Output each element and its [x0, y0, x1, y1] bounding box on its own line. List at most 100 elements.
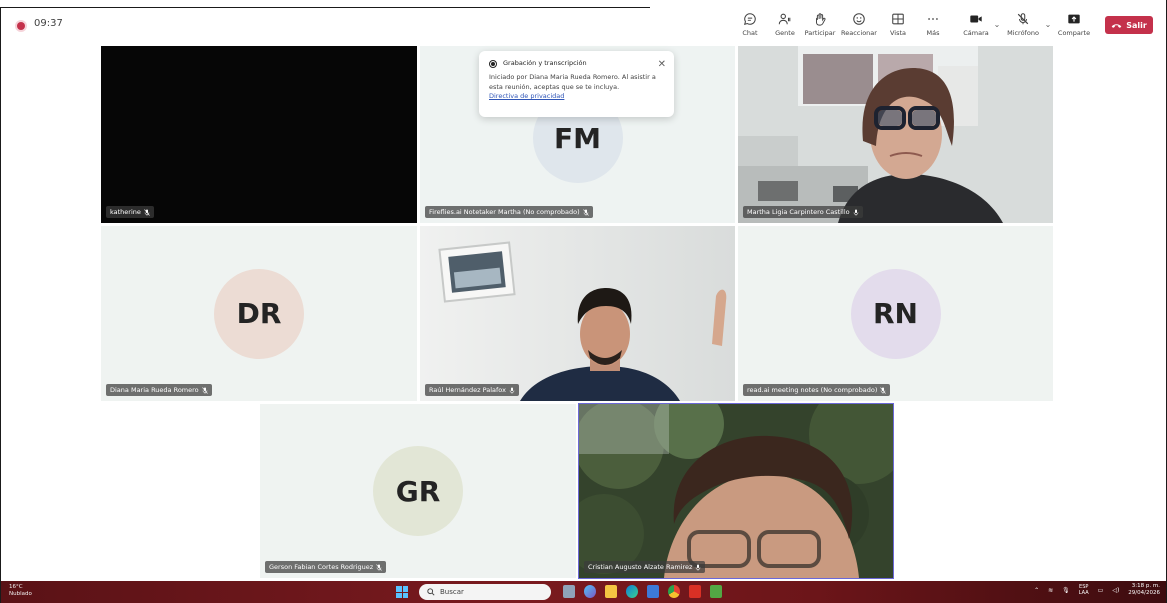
taskbar-apps: [563, 585, 722, 598]
camera-label: Cámara: [963, 29, 989, 37]
mic-muted-icon: [582, 208, 589, 216]
weather-temperature: 16°C: [9, 584, 23, 590]
language-indicator[interactable]: ESP LAA: [1079, 584, 1089, 596]
avatar-initials: DR: [236, 297, 282, 330]
participant-name-tag: Fireflies.ai Notetaker Martha (No compro…: [425, 206, 593, 218]
acrobat-icon[interactable]: [689, 585, 701, 598]
raise-hand-button[interactable]: Participar: [803, 10, 837, 42]
chrome-browser-icon[interactable]: [668, 585, 680, 598]
participant-tile-martha[interactable]: Martha Ligia Carpintero Castillo: [738, 46, 1053, 223]
participant-name-tag: Cristian Augusto Alzate Ramirez: [584, 561, 706, 573]
participant-tile-read-ai[interactable]: RN read.ai meeting notes (No comprobado): [738, 226, 1053, 401]
participant-name-tag: Diana Maria Rueda Romero: [106, 384, 212, 396]
microsoft-store-icon[interactable]: [647, 585, 659, 598]
view-label: Vista: [889, 29, 907, 37]
mic-muted-icon: [144, 208, 150, 216]
participant-name: Fireflies.ai Notetaker Martha (No compro…: [429, 208, 580, 216]
recording-icon: [489, 59, 497, 68]
weather-widget[interactable]: 16°C Nublado: [9, 584, 32, 597]
more-label: Más: [926, 29, 940, 37]
windows-taskbar: 16°C Nublado Buscar ⌃ ≋ 🎙 ESP LAA ▭ ◁) 3…: [1, 581, 1166, 603]
recording-indicator-icon: [17, 22, 25, 30]
edge-browser-icon[interactable]: [626, 585, 638, 598]
meeting-timer: 09:37: [34, 18, 63, 29]
microphone-muted-icon: [1017, 13, 1029, 25]
raise-hand-icon: [816, 13, 826, 26]
smiley-icon: [853, 13, 865, 25]
grid-view-icon: [892, 13, 904, 25]
react-label: Reaccionar: [841, 29, 877, 37]
participant-tile-cristian[interactable]: Cristian Augusto Alzate Ramirez: [578, 403, 894, 579]
keyboard-layout: LAA: [1078, 590, 1089, 597]
task-view-icon[interactable]: [563, 585, 575, 598]
mic-on-icon: [509, 387, 515, 394]
search-placeholder: Buscar: [440, 588, 464, 596]
participant-name: Raúl Hernández Palafox: [429, 386, 506, 394]
avatar-gr: GR: [373, 446, 463, 536]
network-icon[interactable]: ≋: [1048, 587, 1053, 594]
mic-muted-icon: [880, 386, 887, 394]
microphone-button[interactable]: Micrófono: [1002, 10, 1044, 42]
taskbar-search[interactable]: Buscar: [419, 584, 551, 600]
chat-icon: [744, 13, 756, 25]
more-button[interactable]: Más: [916, 10, 950, 42]
close-icon[interactable]: ✕: [658, 57, 666, 72]
share-button[interactable]: Comparte: [1053, 10, 1095, 42]
recording-notice-title: Grabación y transcripción: [503, 59, 587, 67]
share-label: Comparte: [1057, 29, 1091, 37]
camera-button[interactable]: Cámara: [959, 10, 993, 42]
recording-notice-header: Grabación y transcripción: [489, 59, 664, 69]
participant-video-martha: [738, 46, 1053, 223]
chat-label: Chat: [742, 29, 758, 37]
volume-icon[interactable]: ◁): [1112, 587, 1119, 594]
participant-name-tag: Gerson Fabian Cortes Rodriguez: [265, 561, 387, 573]
participant-name: Diana Maria Rueda Romero: [110, 386, 199, 394]
teams-app-icon[interactable]: [710, 585, 722, 598]
tray-overflow-chevron-icon[interactable]: ⌃: [1034, 587, 1039, 594]
windows-start-icon[interactable]: [396, 586, 408, 598]
mic-muted-icon: [376, 563, 382, 571]
participant-tile-raul[interactable]: Raúl Hernández Palafox: [420, 226, 735, 401]
taskbar-clock[interactable]: 3:18 p. m. 29/04/2026: [1128, 583, 1160, 597]
mic-muted-icon: [201, 386, 208, 394]
participant-tile-diana[interactable]: DR Diana Maria Rueda Romero: [101, 226, 417, 401]
file-explorer-icon[interactable]: [605, 585, 617, 598]
avatar-dr: DR: [214, 268, 304, 359]
privacy-policy-link[interactable]: Directiva de privacidad: [489, 92, 664, 102]
microphone-tray-icon[interactable]: 🎙: [1062, 587, 1070, 594]
participant-video-raul: [420, 226, 735, 401]
weather-description: Nublado: [9, 590, 32, 597]
participant-name-tag: Raúl Hernández Palafox: [425, 384, 519, 396]
chat-button[interactable]: Chat: [733, 10, 767, 42]
display-icon[interactable]: ▭: [1098, 587, 1104, 594]
leave-button[interactable]: Salir: [1105, 16, 1153, 34]
camera-options-chevron-icon[interactable]: ⌄: [993, 8, 1001, 40]
react-button[interactable]: Reaccionar: [838, 10, 880, 42]
microphone-options-chevron-icon[interactable]: ⌄: [1044, 8, 1052, 40]
meeting-toolbar: Chat Gente Participar Reaccionar Vista M…: [732, 10, 1153, 42]
system-tray: ⌃ ≋ 🎙 ESP LAA ▭ ◁) 3:18 p. m. 29/04/2026: [1034, 583, 1160, 597]
participant-tile-katherine[interactable]: katherine: [101, 46, 417, 223]
copilot-icon[interactable]: [584, 585, 596, 598]
avatar-rn: RN: [850, 268, 941, 359]
participant-name: Gerson Fabian Cortes Rodriguez: [269, 563, 374, 571]
camera-icon: [970, 15, 982, 23]
view-button[interactable]: Vista: [881, 10, 915, 42]
caption-strip: [0, 0, 650, 8]
mic-on-icon: [853, 209, 858, 216]
participant-name: Martha Ligia Carpintero Castillo: [747, 208, 850, 216]
participant-video-cristian: [579, 404, 893, 578]
avatar-initials: RN: [873, 297, 918, 330]
meeting-header: 09:37 Chat Gente Participar Reaccionar V…: [14, 10, 1153, 42]
participant-name-tag: read.ai meeting notes (No comprobado): [743, 384, 891, 396]
share-screen-icon: [1068, 14, 1080, 24]
participant-name: read.ai meeting notes (No comprobado): [747, 386, 878, 394]
clock-time: 3:18 p. m.: [1131, 583, 1160, 589]
people-button[interactable]: Gente: [768, 10, 802, 42]
participant-tile-gerson[interactable]: GR Gerson Fabian Cortes Rodriguez: [260, 404, 576, 578]
people-label: Gente: [775, 29, 795, 37]
participant-name-tag: katherine: [106, 206, 154, 218]
search-icon: [427, 588, 435, 596]
recording-notice-popup: Grabación y transcripción ✕ Iniciado por…: [479, 51, 674, 117]
hang-up-icon: [1111, 23, 1122, 28]
